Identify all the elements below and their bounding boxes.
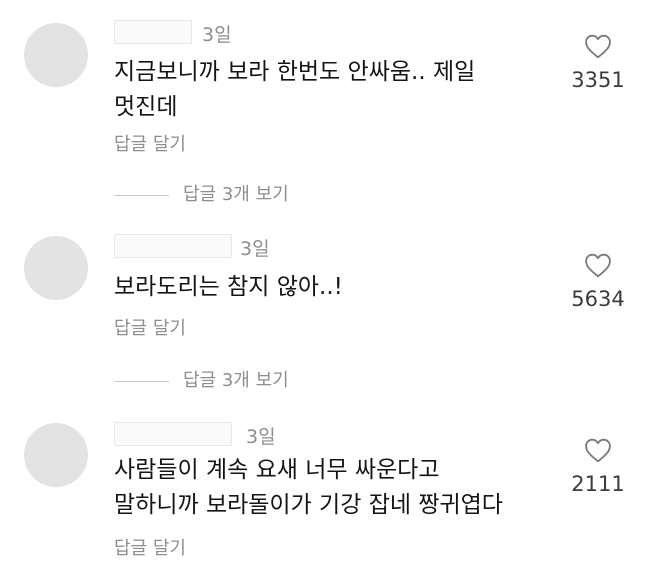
avatar[interactable]	[24, 23, 88, 87]
like-count: 2111	[571, 472, 625, 496]
view-replies-label: 답글 3개 보기	[183, 370, 289, 391]
avatar[interactable]	[24, 423, 88, 487]
username-redacted[interactable]	[114, 20, 192, 44]
reply-button[interactable]: 답글 달기	[114, 314, 186, 340]
comment-time: 3일	[240, 238, 270, 260]
view-replies-button[interactable]: 답글 3개 보기	[114, 180, 289, 206]
heart-outline-icon[interactable]	[584, 253, 612, 278]
username-redacted[interactable]	[114, 234, 232, 258]
comment-time: 3일	[246, 426, 276, 448]
reply-button[interactable]: 답글 달기	[114, 130, 186, 156]
username-redacted[interactable]	[114, 422, 232, 446]
comment-text: 지금보니까 보라 한번도 안싸움.. 제일 멋진데	[114, 59, 476, 120]
divider-line	[114, 194, 169, 196]
view-replies-label: 답글 3개 보기	[183, 184, 289, 205]
like-count: 3351	[571, 68, 625, 92]
heart-outline-icon[interactable]	[584, 438, 612, 463]
avatar[interactable]	[24, 236, 88, 300]
comment-text: 보라도리는 참지 않아..!	[114, 274, 343, 300]
comment-text: 사람들이 계속 요새 너무 싸운다고 말하니까 보라돌이가 기강 잡네 짱귀엽다	[114, 457, 503, 518]
like-control: 5634	[560, 253, 636, 311]
heart-outline-icon[interactable]	[584, 34, 612, 59]
reply-button[interactable]: 답글 달기	[114, 534, 186, 560]
view-replies-button[interactable]: 답글 3개 보기	[114, 366, 289, 392]
comment-time: 3일	[202, 24, 232, 46]
like-control: 2111	[560, 438, 636, 496]
divider-line	[114, 380, 169, 382]
like-control: 3351	[560, 34, 636, 92]
like-count: 5634	[571, 287, 625, 311]
